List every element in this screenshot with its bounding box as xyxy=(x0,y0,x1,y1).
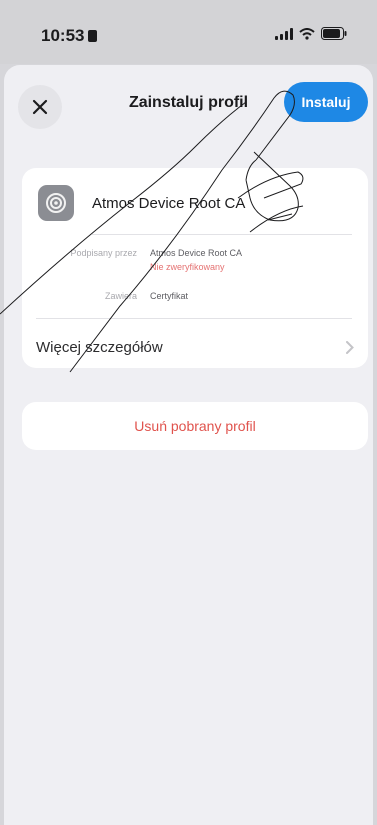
settings-gear-icon xyxy=(38,185,74,221)
install-profile-sheet: Zainstaluj profil Instaluj Atmos Device … xyxy=(4,65,373,825)
status-bar: 10:53 xyxy=(0,0,377,64)
contains-value: Certyfikat xyxy=(150,291,189,301)
more-details-link[interactable]: Więcej szczegółów xyxy=(36,339,163,356)
divider xyxy=(36,318,352,319)
battery-icon xyxy=(321,27,347,40)
status-time: 10:53 xyxy=(41,26,98,46)
divider xyxy=(92,234,352,235)
install-button[interactable]: Instaluj xyxy=(284,82,368,122)
contains-label: Zawiera xyxy=(104,291,137,301)
profile-name: Atmos Device Root CA xyxy=(92,195,246,212)
signed-by-label: Podpisany przez xyxy=(70,248,137,258)
verification-status: Nie zweryfikowany xyxy=(150,262,225,272)
signed-by-value: Atmos Device Root CA xyxy=(150,248,243,258)
wifi-icon xyxy=(299,27,315,40)
status-icons xyxy=(275,27,347,40)
id-badge-icon xyxy=(88,30,98,42)
time-text: 10:53 xyxy=(41,26,85,45)
chevron-right-icon xyxy=(346,341,354,354)
remove-profile-button[interactable]: Usuń pobrany profil xyxy=(22,402,368,450)
signal-icon xyxy=(275,27,293,40)
profile-card: Atmos Device Root CA Podpisany przez Atm… xyxy=(22,168,368,368)
remove-profile-label: Usuń pobrany profil xyxy=(134,418,256,434)
